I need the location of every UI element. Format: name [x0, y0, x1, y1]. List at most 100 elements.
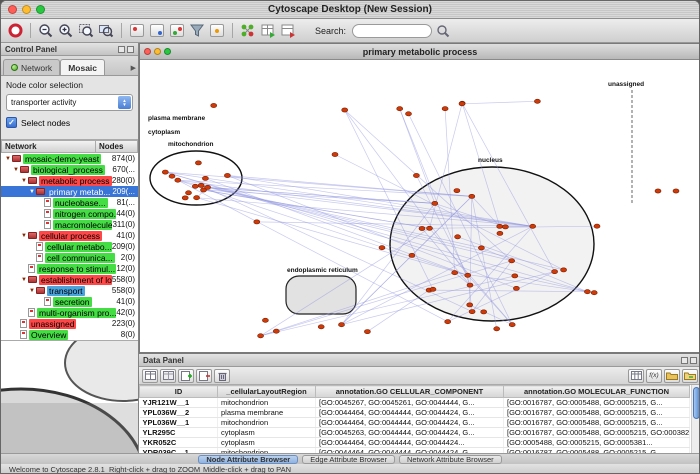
network-node[interactable] — [591, 291, 597, 295]
expander-icon[interactable]: ▼ — [28, 189, 36, 195]
overview-icon[interactable] — [148, 22, 166, 40]
trash-icon[interactable] — [214, 369, 230, 383]
network-node[interactable] — [379, 246, 385, 250]
expander-icon[interactable]: ▼ — [20, 277, 28, 283]
select-attributes-icon[interactable] — [142, 369, 158, 383]
vizmapper-icon[interactable] — [168, 22, 186, 40]
network-node[interactable] — [467, 303, 473, 307]
import-network-icon[interactable] — [239, 22, 257, 40]
float-panel-icon[interactable] — [118, 46, 125, 53]
unselect-attributes-icon[interactable] — [160, 369, 176, 383]
network-node[interactable] — [182, 196, 188, 200]
network-node[interactable] — [364, 330, 370, 334]
tree-row-nitrogen-compo[interactable]: nitrogen compo...44(0) — [1, 208, 138, 219]
network-node[interactable] — [194, 196, 200, 200]
advanced-search-icon[interactable] — [434, 22, 452, 40]
network-node[interactable] — [509, 323, 515, 327]
network-node[interactable] — [419, 226, 425, 230]
network-node[interactable] — [584, 290, 590, 294]
float-panel-icon[interactable] — [681, 357, 688, 364]
tree-row-cellular-process[interactable]: ▼cellular process41(0) — [1, 230, 138, 241]
tab-mosaic[interactable]: Mosaic — [60, 59, 105, 75]
network-node[interactable] — [561, 268, 567, 272]
network-node[interactable] — [454, 189, 460, 193]
tree-row-secretion[interactable]: secretion41(0) — [1, 296, 138, 307]
network-node[interactable] — [530, 224, 536, 228]
network-node[interactable] — [202, 176, 208, 180]
scrollbar-thumb[interactable] — [693, 387, 700, 419]
network-node[interactable] — [211, 103, 217, 107]
table-row[interactable]: YLR295Ccytoplasm[GO:0045263, GO:0044444,… — [140, 428, 690, 438]
network-node[interactable] — [452, 271, 458, 275]
tab-network-attribute-browser[interactable]: Network Attribute Browser — [399, 455, 502, 464]
network-node[interactable] — [262, 318, 268, 322]
network-node[interactable] — [513, 286, 519, 290]
export-icon[interactable] — [279, 22, 297, 40]
tab-scroll-right-icon[interactable]: ▶ — [131, 64, 136, 72]
network-node[interactable] — [465, 273, 471, 277]
network-node[interactable] — [205, 185, 211, 189]
network-node[interactable] — [494, 327, 500, 331]
tree-row-cellular-metabo[interactable]: cellular metabo...209(0) — [1, 241, 138, 252]
select-nodes-checkbox[interactable]: ✓ — [6, 117, 17, 128]
tab-network[interactable]: Network — [3, 59, 60, 75]
annotation-icon[interactable] — [208, 22, 226, 40]
expander-icon[interactable]: ▼ — [20, 233, 28, 239]
open-folder-icon[interactable] — [682, 369, 698, 383]
table-row[interactable]: YPL036W__2plasma membrane[GO:0044464, GO… — [140, 408, 690, 418]
tree-row-transport[interactable]: ▼transport558(0) — [1, 285, 138, 296]
network-node[interactable] — [430, 287, 436, 291]
network-node[interactable] — [195, 161, 201, 165]
network-node[interactable] — [413, 173, 419, 177]
network-node[interactable] — [198, 183, 204, 187]
network-node[interactable] — [427, 226, 433, 230]
formula-builder-icon[interactable]: f(x) — [646, 369, 662, 383]
zoom-selected-icon[interactable] — [97, 22, 115, 40]
column-header-annotation-go-molecular-function[interactable]: annotation.GO MOLECULAR_FUNCTION — [504, 386, 690, 398]
network-node[interactable] — [397, 107, 403, 111]
zoom-fit-icon[interactable] — [77, 22, 95, 40]
network-node[interactable] — [455, 235, 461, 239]
tree-row-unassigned[interactable]: unassigned223(0) — [1, 318, 138, 329]
tree-row-primary-metab[interactable]: ▼primary metab...209(... — [1, 186, 138, 197]
tree-row-macromolecule[interactable]: macromolecule...311(0) — [1, 219, 138, 230]
expander-icon[interactable]: ▼ — [20, 178, 28, 184]
table-row[interactable]: YPL036W__1mitochondrion[GO:0044464, GO:0… — [140, 418, 690, 428]
column-header-annotation-go-cellular-component[interactable]: annotation.GO CELLULAR_COMPONENT — [316, 386, 504, 398]
color-attribute-dropdown[interactable]: transporter activity ▲▼ — [6, 94, 133, 111]
zoom-out-icon[interactable] — [37, 22, 55, 40]
delete-attribute-icon[interactable] — [196, 369, 212, 383]
network-node[interactable] — [169, 174, 175, 178]
tree-row-mosaic-demo-yeast[interactable]: ▼mosaic-demo-yeast874(0) — [1, 153, 138, 164]
network-node[interactable] — [469, 310, 475, 314]
filter-icon[interactable] — [188, 22, 206, 40]
app-icon[interactable] — [6, 22, 24, 40]
network-node[interactable] — [534, 99, 540, 103]
tree-row-overview[interactable]: Overview8(0) — [1, 329, 138, 340]
network-node[interactable] — [186, 191, 192, 195]
network-node[interactable] — [339, 323, 345, 327]
network-node[interactable] — [502, 225, 508, 229]
network-overview-navigator[interactable] — [1, 340, 138, 453]
network-node[interactable] — [673, 189, 679, 193]
import-attributes-icon[interactable] — [664, 369, 680, 383]
network-node[interactable] — [469, 194, 475, 198]
network-node[interactable] — [445, 320, 451, 324]
tab-node-attribute-browser[interactable]: Node Attribute Browser — [198, 455, 298, 464]
expander-icon[interactable]: ▼ — [4, 156, 12, 162]
network-node[interactable] — [342, 108, 348, 112]
table-row[interactable]: YKR052Ccytoplasm[GO:0044464, GO:0044444,… — [140, 438, 690, 448]
column-header-id[interactable]: ID — [140, 386, 218, 398]
network-node[interactable] — [273, 329, 279, 333]
table-row[interactable]: YJR121W__1mitochondrion[GO:0045267, GO:0… — [140, 398, 690, 408]
network-node[interactable] — [655, 189, 661, 193]
nodes-column-header[interactable]: Nodes — [96, 140, 138, 153]
snapshot-icon[interactable] — [128, 22, 146, 40]
tree-row-nucleobase[interactable]: nucleobase...81(... — [1, 197, 138, 208]
close-panel-icon[interactable] — [690, 357, 697, 364]
tree-row-response-to-stimul[interactable]: response to stimul...12(0) — [1, 263, 138, 274]
zoom-in-icon[interactable] — [57, 22, 75, 40]
column-header-cellularlayoutregion[interactable]: _cellularLayoutRegion — [218, 386, 316, 398]
expander-icon[interactable]: ▼ — [12, 167, 20, 173]
tree-row-cell-communica[interactable]: cell communica...2(0) — [1, 252, 138, 263]
